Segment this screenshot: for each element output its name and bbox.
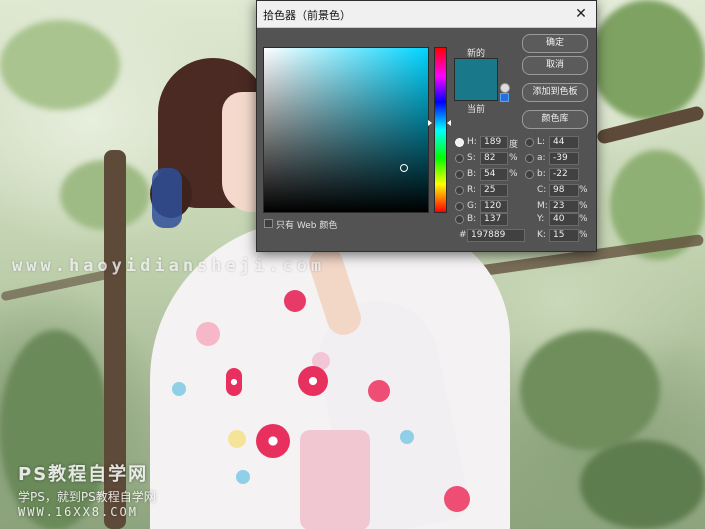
kimono-dot <box>400 430 414 444</box>
site-logo-url: WWW.16XX8.COM <box>18 505 138 519</box>
radio-blue[interactable] <box>455 215 464 224</box>
label-l: L: <box>537 137 546 147</box>
cancel-button[interactable]: 取消 <box>522 56 588 75</box>
unit-m: % <box>579 201 588 211</box>
hue-slider-right-arrow-icon[interactable] <box>447 120 451 126</box>
label-k: K: <box>537 230 546 240</box>
out-of-gamut-warning-icon[interactable] <box>500 83 510 93</box>
color-field[interactable] <box>263 47 429 213</box>
input-y[interactable]: 40 <box>549 213 579 226</box>
kimono-dot <box>228 430 246 448</box>
input-a[interactable]: -39 <box>549 152 579 165</box>
unit-y: % <box>579 214 588 224</box>
kimono-dot <box>236 470 250 484</box>
radio-a[interactable] <box>525 154 534 163</box>
radio-s[interactable] <box>455 154 464 163</box>
foliage-blob <box>0 20 120 110</box>
input-l[interactable]: 44 <box>549 136 579 149</box>
color-libraries-button[interactable]: 颜色库 <box>522 110 588 129</box>
dialog-title: 拾色器（前景色） <box>263 9 351 22</box>
site-logo-slogan: 学PS，就到PS教程自学网 <box>18 490 156 504</box>
web-colors-only-label: 只有 Web 颜色 <box>276 221 338 231</box>
current-color-swatch[interactable] <box>454 79 498 101</box>
unit-h: 度 <box>509 140 519 150</box>
radio-lab-b[interactable] <box>525 170 534 179</box>
kimono-dot <box>172 382 186 396</box>
kimono-flower <box>298 366 328 396</box>
input-k[interactable]: 15 <box>549 229 579 242</box>
unit-c: % <box>579 185 588 195</box>
color-field-picker-circle[interactable] <box>400 164 408 172</box>
hex-label: # <box>459 230 467 240</box>
kimono-flower <box>226 368 242 396</box>
input-g[interactable]: 120 <box>480 200 508 213</box>
input-h[interactable]: 189 <box>480 136 508 149</box>
site-logo: PS教程自学网 学PS，就到PS教程自学网 WWW.16XX8.COM <box>18 460 188 519</box>
color-picker-dialog: 拾色器（前景色） ✕ 新的 当前 确定 取消 添加到色板 颜色库 H: 189 … <box>256 0 597 252</box>
kimono-flower <box>256 424 290 458</box>
kimono-obi <box>300 430 370 529</box>
kimono-dot <box>196 322 220 346</box>
unit-b: % <box>509 169 518 179</box>
label-y: Y: <box>537 214 545 224</box>
hue-slider-left-arrow-icon[interactable] <box>428 120 432 126</box>
input-s[interactable]: 82 <box>480 152 508 165</box>
hair-ornament <box>152 168 182 228</box>
label-m: M: <box>537 201 548 211</box>
label-s: S: <box>467 153 476 163</box>
hex-input[interactable]: 197889 <box>467 229 525 242</box>
radio-g[interactable] <box>455 202 464 211</box>
current-color-label: 当前 <box>467 105 486 115</box>
input-lab-b[interactable]: -22 <box>549 168 579 181</box>
label-c: C: <box>537 185 547 195</box>
add-to-swatches-button[interactable]: 添加到色板 <box>522 83 588 102</box>
radio-b[interactable] <box>455 170 464 179</box>
label-a: a: <box>537 153 546 163</box>
foliage-blob <box>590 0 705 120</box>
label-blue: B: <box>467 214 477 224</box>
hue-slider[interactable] <box>434 47 447 213</box>
label-h: H: <box>467 137 477 147</box>
watermark-text: www.haoyidiansheji.com <box>12 256 326 276</box>
close-icon[interactable]: ✕ <box>572 5 590 23</box>
foliage-blob <box>520 330 660 450</box>
radio-l[interactable] <box>525 138 534 147</box>
input-b[interactable]: 54 <box>480 168 508 181</box>
dialog-titlebar[interactable]: 拾色器（前景色） ✕ <box>257 1 596 28</box>
input-c[interactable]: 98 <box>549 184 579 197</box>
kimono-dot <box>444 486 470 512</box>
input-blue[interactable]: 137 <box>480 213 508 226</box>
label-r: R: <box>467 185 477 195</box>
unit-s: % <box>509 153 518 163</box>
web-safe-cube-icon[interactable] <box>500 93 509 102</box>
label-lab-b: b: <box>537 169 546 179</box>
kimono-dot <box>284 290 306 312</box>
label-b: B: <box>467 169 477 179</box>
unit-k: % <box>579 230 588 240</box>
input-m[interactable]: 23 <box>549 200 579 213</box>
web-colors-only-checkbox[interactable] <box>264 219 273 228</box>
site-logo-title: PS教程自学网 <box>18 464 149 485</box>
radio-r[interactable] <box>455 186 464 195</box>
new-color-swatch <box>454 58 498 80</box>
radio-h[interactable] <box>455 138 464 147</box>
ok-button[interactable]: 确定 <box>522 34 588 53</box>
kimono-dot <box>368 380 390 402</box>
label-g: G: <box>467 201 478 211</box>
input-r[interactable]: 25 <box>480 184 508 197</box>
foliage-blob <box>580 440 705 529</box>
